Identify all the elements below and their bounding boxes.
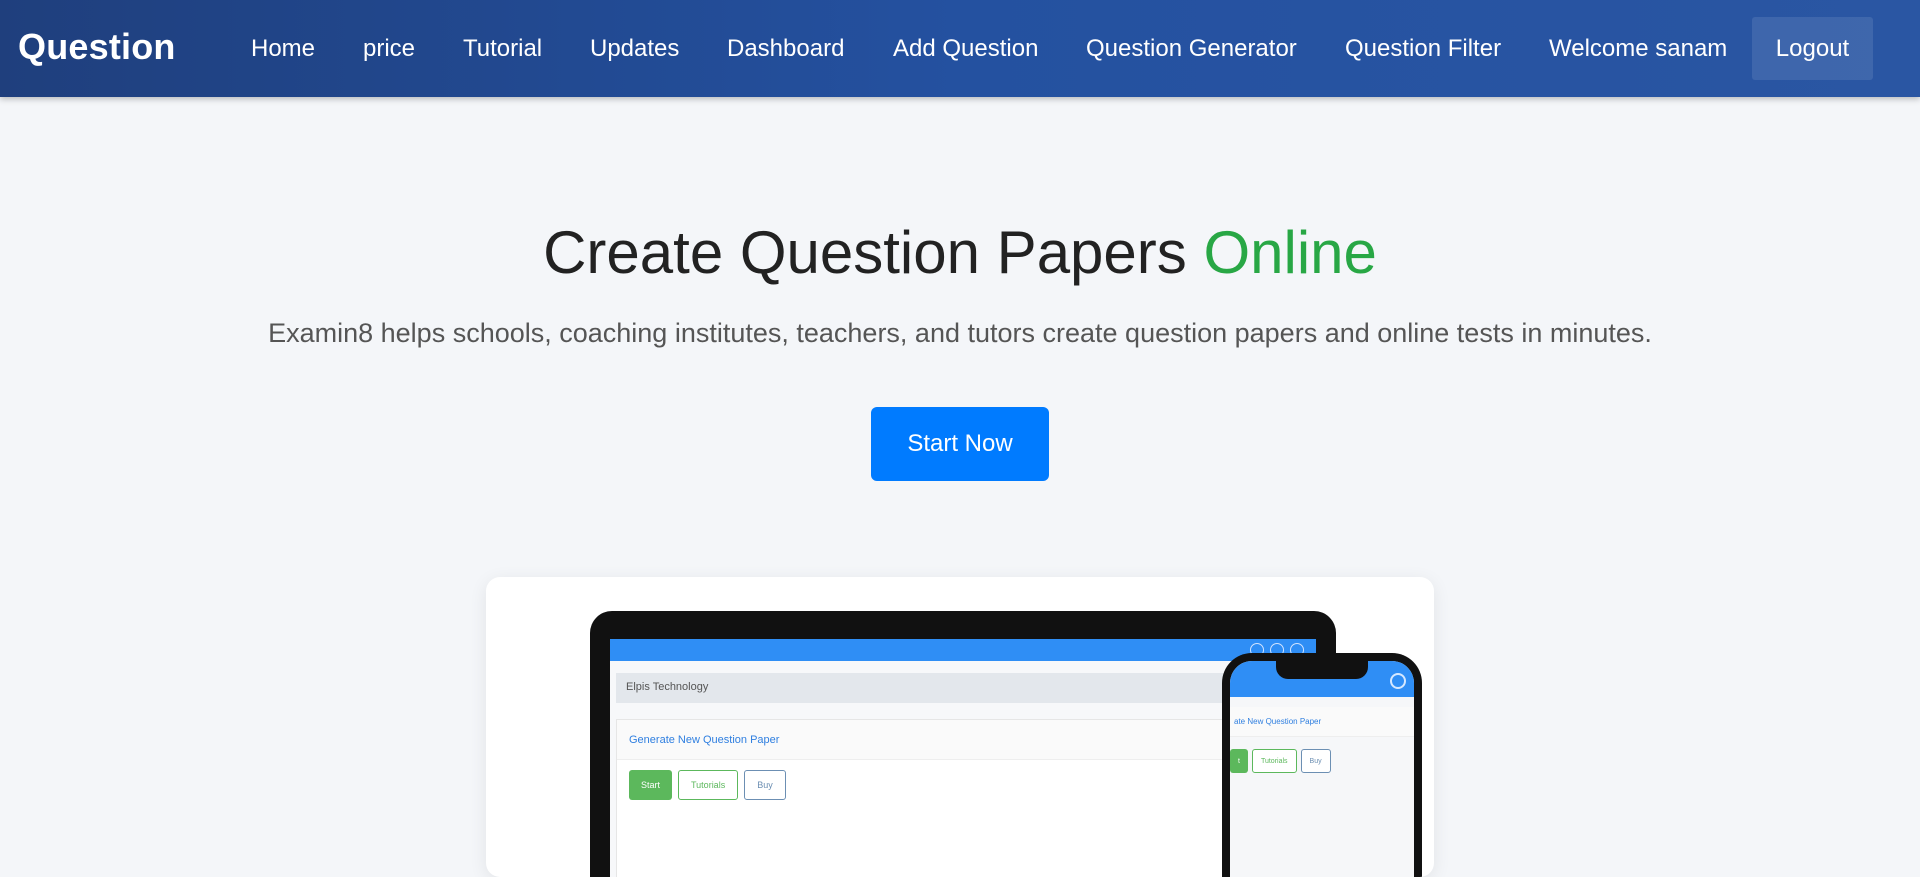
mock-buy-button: Buy bbox=[744, 770, 786, 800]
laptop-screen: Elpis Technology Generate New Question P… bbox=[610, 639, 1316, 877]
nav-home[interactable]: Home bbox=[251, 35, 315, 63]
mock-topbar bbox=[610, 639, 1316, 661]
phone-start-button: t bbox=[1230, 749, 1248, 773]
logout-button[interactable]: Logout bbox=[1752, 17, 1873, 80]
mock-buttons: Start Tutorials Buy bbox=[629, 770, 786, 800]
phone-buy-button: Buy bbox=[1300, 749, 1331, 773]
nav-welcome-user[interactable]: Welcome sanam bbox=[1549, 35, 1727, 63]
hero-subtitle: Examin8 helps schools, coaching institut… bbox=[268, 318, 1652, 348]
mock-panel-title: Generate New Question Paper bbox=[617, 720, 1305, 760]
nav-question-filter[interactable]: Question Filter bbox=[1345, 35, 1501, 63]
phone-menu-icon bbox=[1390, 673, 1406, 689]
phone-panel-title: ate New Question Paper bbox=[1230, 707, 1414, 737]
phone-buttons: t Tutorials Buy bbox=[1230, 749, 1331, 773]
phone-notch bbox=[1276, 661, 1368, 679]
mock-start-button: Start bbox=[629, 770, 673, 800]
nav-add-question[interactable]: Add Question bbox=[893, 35, 1038, 63]
phone-mockup: ate New Question Paper t Tutorials Buy bbox=[1222, 653, 1422, 877]
mock-company-name: Elpis Technology bbox=[616, 673, 1306, 703]
nav-price[interactable]: price bbox=[363, 35, 415, 63]
nav-links: Home price Tutorial Updates Dashboard Ad… bbox=[0, 0, 1920, 97]
nav-updates[interactable]: Updates bbox=[590, 35, 679, 63]
hero-title: Create Question Papers Online bbox=[0, 218, 1920, 287]
mock-tutorials-button: Tutorials bbox=[678, 770, 739, 800]
phone-screen: ate New Question Paper t Tutorials Buy bbox=[1230, 661, 1414, 877]
nav-tutorial[interactable]: Tutorial bbox=[463, 35, 542, 63]
hero-title-accent: Online bbox=[1203, 219, 1377, 286]
nav-question-generator[interactable]: Question Generator bbox=[1086, 35, 1297, 63]
nav-dashboard[interactable]: Dashboard bbox=[727, 35, 844, 63]
start-now-button[interactable]: Start Now bbox=[871, 407, 1049, 481]
phone-tutorials-button: Tutorials bbox=[1251, 749, 1297, 773]
mock-panel: Generate New Question Paper Start Tutori… bbox=[616, 719, 1306, 877]
hero-title-main: Create Question Papers bbox=[543, 219, 1187, 286]
preview-card: Elpis Technology Generate New Question P… bbox=[486, 577, 1434, 877]
top-navbar: Question Home price Tutorial Updates Das… bbox=[0, 0, 1920, 97]
